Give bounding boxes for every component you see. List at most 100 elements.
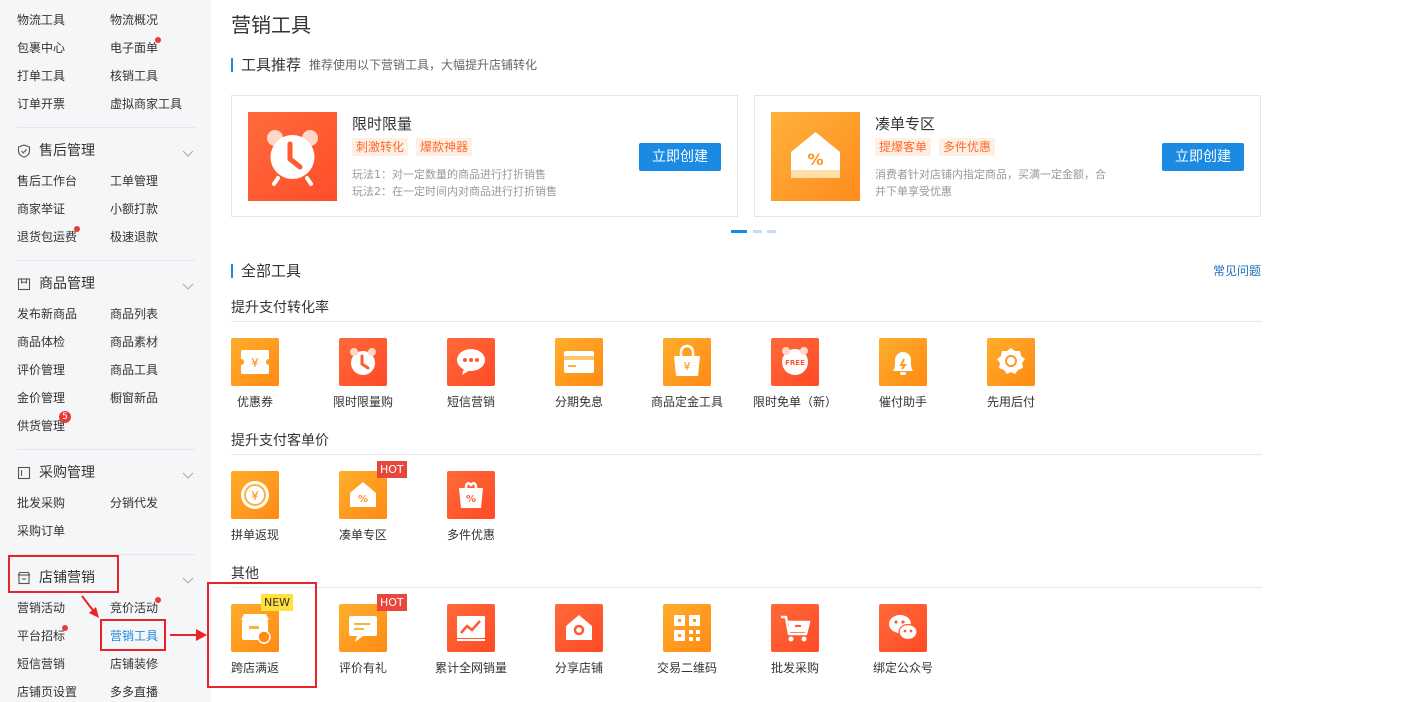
sidebar-item-verify-tool[interactable]: 核销工具 (110, 68, 158, 84)
group-title: 其他 (231, 566, 259, 582)
sidebar-item-gold-price[interactable]: 金价管理 (17, 390, 65, 406)
tool-deposit[interactable]: ¥ 商品定金工具 (637, 338, 737, 414)
deposit-bag-icon: ¥ (663, 338, 711, 386)
hot-ribbon: HOT (377, 461, 407, 478)
comment-icon (339, 604, 387, 652)
create-button[interactable]: 立即创建 (639, 143, 721, 171)
tool-bind-official-account[interactable]: 绑定公众号 (853, 604, 953, 680)
title-bar (231, 57, 233, 72)
sidebar-item-ticket[interactable]: 工单管理 (110, 173, 158, 189)
discount-house-icon: % (339, 471, 387, 519)
tool-installment[interactable]: 分期免息 (529, 338, 629, 414)
main-content: 营销工具 工具推荐 推荐使用以下营销工具，大幅提升店铺转化 限时限量 刺激转化 … (211, 0, 1402, 702)
sidebar-item-bidding[interactable]: 竞价活动 (110, 600, 158, 616)
chevron-down-icon[interactable] (182, 469, 194, 481)
tool-wholesale-purchase[interactable]: 批发采购 (745, 604, 845, 680)
sidebar-item-supply[interactable]: 供货管理 (17, 418, 65, 434)
sidebar-item-goods-check[interactable]: 商品体检 (17, 334, 65, 350)
divider (17, 260, 195, 261)
list-icon (17, 466, 31, 480)
faq-link[interactable]: 常见问题 (1213, 262, 1261, 279)
section-subtitle: 推荐使用以下营销工具，大幅提升店铺转化 (309, 58, 538, 72)
notification-dot (155, 37, 161, 43)
tool-label: 分期免息 (554, 395, 603, 409)
sidebar-item-shop-page-settings[interactable]: 店铺页设置 (17, 684, 77, 700)
chevron-down-icon[interactable] (182, 147, 194, 159)
create-button[interactable]: 立即创建 (1162, 143, 1244, 171)
sidebar-item-package-center[interactable]: 包裹中心 (17, 40, 65, 56)
tag: 刺激转化 (352, 138, 409, 156)
sidebar-item-showcase-new[interactable]: 橱窗新品 (110, 390, 158, 406)
tool-label: 累计全网销量 (434, 661, 507, 675)
sidebar-section-goods[interactable]: 商品管理 (17, 275, 95, 293)
sidebar-item-small-payment[interactable]: 小额打款 (110, 201, 158, 217)
page-title: 营销工具 (231, 13, 311, 37)
notification-dot (74, 226, 80, 232)
sidebar-item-logistics-tools[interactable]: 物流工具 (17, 12, 65, 28)
divider (17, 127, 195, 128)
tool-pay-later[interactable]: 先用后付 (961, 338, 1061, 414)
alarm-clock-icon (248, 112, 337, 201)
divider (231, 454, 1262, 455)
sidebar-section-title: 商品管理 (39, 276, 95, 292)
recommend-card[interactable]: 限时限量 刺激转化 爆款神器 玩法1：对一定数量的商品进行打折销售 玩法2：在一… (231, 95, 738, 217)
tool-total-sales[interactable]: 累计全网销量 (421, 604, 521, 680)
chevron-down-icon[interactable] (182, 280, 194, 292)
sidebar-item-print-tool[interactable]: 打单工具 (17, 68, 65, 84)
sidebar-item-sms-marketing[interactable]: 短信营销 (17, 656, 65, 672)
badge-icon (987, 338, 1035, 386)
tool-coupon[interactable]: ¥ 优惠券 (205, 338, 305, 414)
tool-label: 先用后付 (986, 395, 1035, 409)
sidebar-item-platform-bid[interactable]: 平台招标 (17, 628, 65, 644)
recommend-card[interactable]: % 凑单专区 提爆客单 多件优惠 消费者针对店铺内指定商品，买满一定金额，合 并… (754, 95, 1261, 217)
sidebar-item-goods-tools[interactable]: 商品工具 (110, 362, 158, 378)
sidebar-item-review-manage[interactable]: 评价管理 (17, 362, 65, 378)
carousel-dot[interactable] (753, 230, 762, 233)
svg-text:¥: ¥ (684, 360, 691, 373)
tag: 提爆客单 (875, 138, 932, 156)
group-title: 提升支付客单价 (231, 433, 329, 449)
chevron-down-icon[interactable] (182, 574, 194, 586)
share-shop-icon (555, 604, 603, 652)
sidebar-item-return-shipping[interactable]: 退货包运费 (17, 229, 77, 245)
sidebar-item-goods-list[interactable]: 商品列表 (110, 306, 158, 322)
sidebar-section-purchase[interactable]: 采购管理 (17, 464, 95, 482)
sidebar-item-goods-material[interactable]: 商品素材 (110, 334, 158, 350)
svg-text:¥: ¥ (251, 356, 259, 370)
tool-flash-sale[interactable]: 限时限量购 (313, 338, 413, 414)
sidebar-item-live-stream[interactable]: 多多直播 (110, 684, 158, 700)
credit-card-icon (555, 338, 603, 386)
tag: 爆款神器 (416, 138, 473, 156)
cart-icon (771, 604, 819, 652)
tool-bundle-zone[interactable]: % HOT 凑单专区 (313, 461, 413, 547)
sidebar-item-e-waybill[interactable]: 电子面单 (110, 40, 158, 56)
sidebar-item-invoice[interactable]: 订单开票 (17, 96, 65, 112)
alarm-clock-icon (339, 338, 387, 386)
tool-review-gift[interactable]: HOT 评价有礼 (313, 594, 413, 680)
sidebar-item-aftersale-workbench[interactable]: 售后工作台 (17, 173, 77, 189)
sidebar-item-purchase-orders[interactable]: 采购订单 (17, 523, 65, 539)
tool-trade-qrcode[interactable]: 交易二维码 (637, 604, 737, 680)
sidebar-item-shop-decoration[interactable]: 店铺装修 (110, 656, 158, 672)
tag-list: 刺激转化 爆款神器 (352, 138, 473, 156)
sidebar-item-virtual-merchant[interactable]: 虚拟商家工具 (110, 96, 182, 112)
tool-group-cashback[interactable]: ¥ 拼单返现 (205, 471, 305, 547)
sidebar-item-evidence[interactable]: 商家举证 (17, 201, 65, 217)
carousel-dot[interactable] (767, 230, 776, 233)
sidebar-item-campaigns[interactable]: 营销活动 (17, 600, 65, 616)
tool-multi-discount[interactable]: % 多件优惠 (421, 471, 521, 547)
tool-share-shop[interactable]: 分享店铺 (529, 604, 629, 680)
notification-dot (62, 625, 68, 631)
sidebar-item-dropship[interactable]: 分销代发 (110, 495, 158, 511)
carousel-dot-active[interactable] (731, 230, 747, 233)
tool-payment-reminder[interactable]: 催付助手 (853, 338, 953, 414)
tool-label: 批发采购 (770, 661, 819, 675)
sidebar-item-logistics-overview[interactable]: 物流概况 (110, 12, 158, 28)
tool-label: 优惠券 (236, 395, 273, 409)
sidebar-item-publish-goods[interactable]: 发布新商品 (17, 306, 77, 322)
tool-sms-marketing[interactable]: 短信营销 (421, 338, 521, 414)
sidebar-item-fast-refund[interactable]: 极速退款 (110, 229, 158, 245)
sidebar-section-aftersale[interactable]: 售后管理 (17, 142, 95, 160)
tool-free-order[interactable]: FREE 限时免单（新） (745, 338, 845, 414)
sidebar-item-wholesale[interactable]: 批发采购 (17, 495, 65, 511)
